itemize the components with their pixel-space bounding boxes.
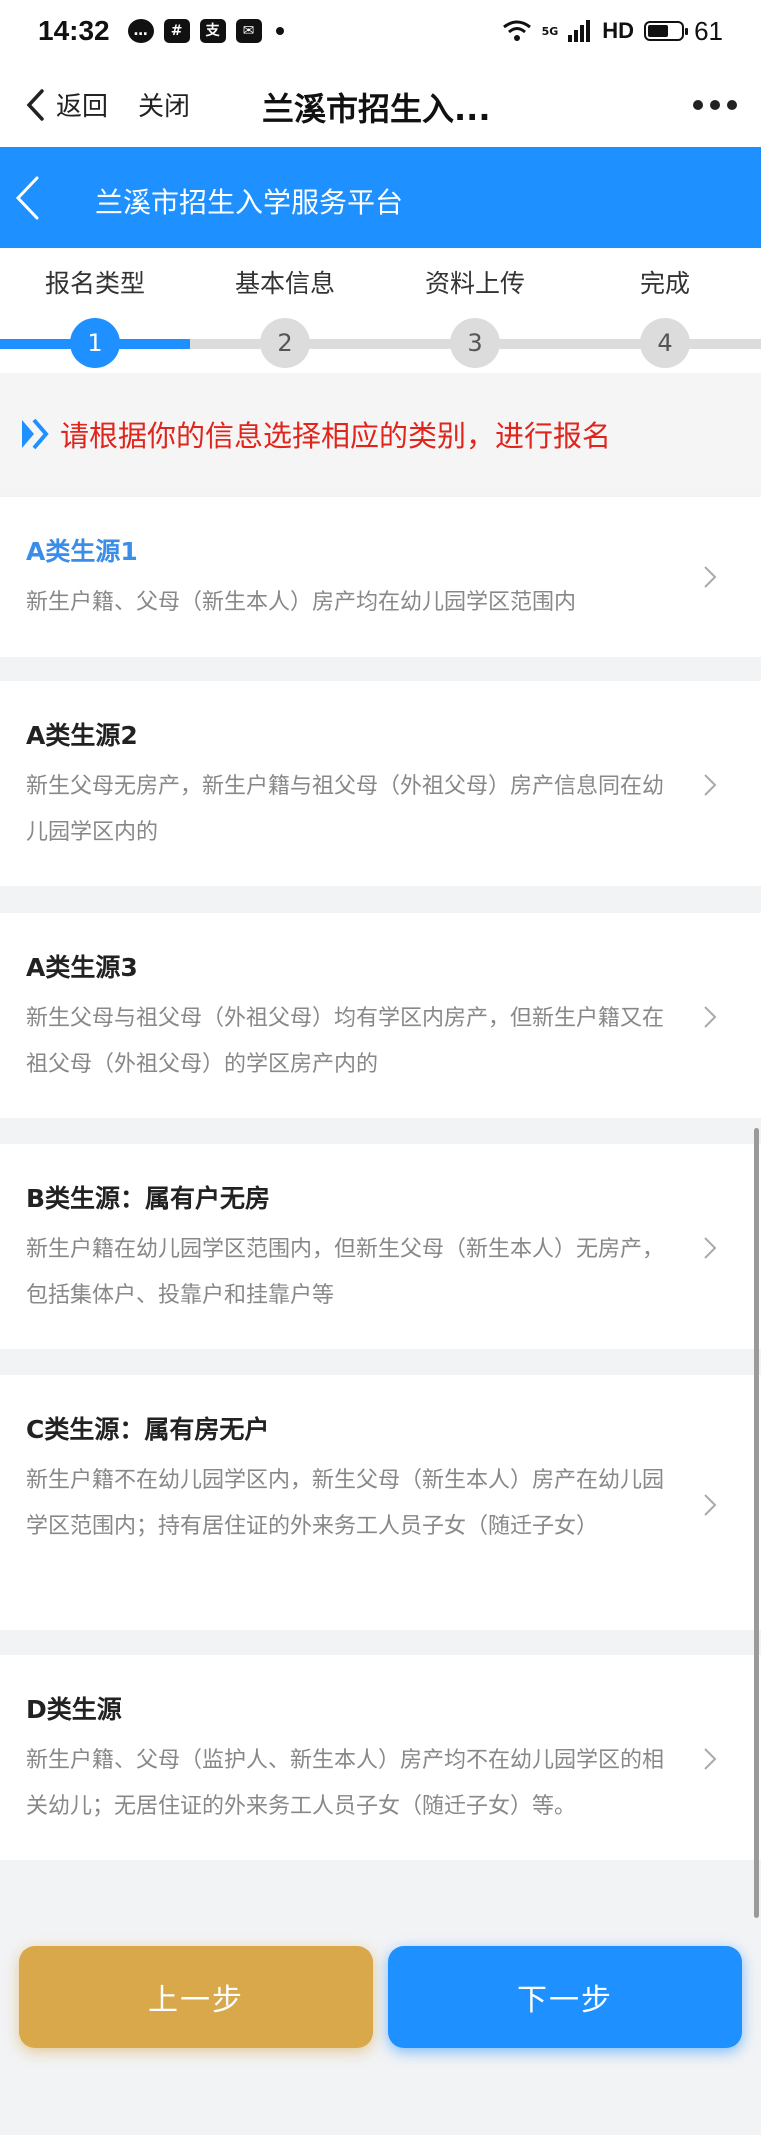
hash-icon: # (163, 19, 190, 43)
network-type: 5G (541, 24, 559, 38)
category-title: A类生源2 (26, 721, 138, 750)
status-bar: 14:32 … # 支 ✉ 5G HD 61 (0, 0, 761, 62)
step-circle: 2 (260, 318, 310, 368)
battery-level (648, 25, 669, 37)
chevron-right-icon (704, 1006, 717, 1028)
previous-step-button[interactable]: 上一步 (19, 1946, 373, 2048)
step-circle: 3 (450, 318, 500, 368)
category-title: C类生源：属有房无户 (26, 1415, 270, 1444)
step-circle: 4 (640, 318, 690, 368)
back-button[interactable]: 返回 (24, 86, 108, 123)
more-notifications-dot (275, 27, 284, 35)
category-description: 新生户籍、父母（新生本人）房产均在幼儿园学区范围内 (26, 590, 577, 615)
instruction-text: 请根据你的信息选择相应的类别，进行报名 (60, 419, 612, 453)
category-title: A类生源1 (26, 537, 138, 566)
platform-header: 兰溪市招生入学服务平台 (0, 147, 761, 248)
chevron-right-icon (704, 1748, 717, 1770)
category-description: 新生户籍在幼儿园学区范围内，但新生父母（新生本人）无房产，包括集体户、投靠户和挂… (26, 1237, 665, 1308)
category-description: 新生户籍、父母（监护人、新生本人）房产均不在幼儿园学区的相关幼儿；无居住证的外来… (26, 1748, 665, 1819)
category-title: B类生源：属有户无房 (26, 1184, 271, 1213)
category-title: A类生源3 (26, 953, 138, 982)
wifi-icon (502, 20, 531, 41)
category-description: 新生父母与祖父母（外祖父母）均有学区内房产，但新生户籍又在祖父母（外祖父母）的学… (26, 1006, 665, 1077)
chevron-right-icon (704, 774, 717, 796)
nav-bar: 返回 关闭 兰溪市招生入... (0, 62, 761, 147)
platform-title: 兰溪市招生入学服务平台 (95, 186, 404, 219)
category-card-b[interactable]: B类生源：属有户无房 新生户籍在幼儿园学区范围内，但新生父母（新生本人）无房产，… (0, 1144, 761, 1349)
double-chevron-right-icon (22, 418, 49, 450)
chevron-left-icon (26, 88, 44, 121)
category-card-a1[interactable]: A类生源1 新生户籍、父母（新生本人）房产均在幼儿园学区范围内 (0, 497, 761, 657)
chevron-right-icon (704, 1494, 717, 1516)
hd-indicator: HD (602, 18, 635, 43)
instruction-banner: 请根据你的信息选择相应的类别，进行报名 (0, 373, 761, 495)
next-step-button[interactable]: 下一步 (388, 1946, 742, 2048)
battery-icon (644, 21, 689, 41)
category-card-d[interactable]: D类生源 新生户籍、父母（监护人、新生本人）房产均不在幼儿园学区的相关幼儿；无居… (0, 1655, 761, 1860)
step-label: 完成 (639, 269, 690, 298)
battery-percent: 61 (694, 15, 723, 46)
chevron-right-icon (704, 1237, 717, 1259)
message-icon: … (127, 19, 154, 43)
mail-icon: ✉ (235, 19, 262, 43)
step-label: 基本信息 (234, 269, 335, 298)
notification-icons: … # 支 ✉ (127, 19, 284, 43)
category-description: 新生户籍不在幼儿园学区内，新生父母（新生本人）房产在幼儿园学区范围内；持有居住证… (26, 1468, 665, 1539)
signal-icon (568, 20, 591, 42)
close-button[interactable]: 关闭 (138, 86, 190, 123)
more-dot-icon (710, 99, 720, 110)
more-options-button[interactable] (693, 99, 737, 110)
page-title: 兰溪市招生入... (262, 90, 491, 128)
back-label: 返回 (56, 92, 109, 122)
status-right: 5G HD 61 (502, 16, 723, 47)
chevron-right-icon (704, 566, 717, 588)
more-dot-icon (693, 99, 703, 110)
header-back-icon[interactable] (12, 175, 42, 221)
app-screen: 14:32 … # 支 ✉ 5G HD 61 返回 关闭 兰溪市招生入... 兰… (0, 0, 761, 2135)
category-title: D类生源 (26, 1695, 122, 1724)
status-time: 14:32 (38, 15, 110, 46)
alipay-icon: 支 (199, 19, 226, 43)
category-card-c[interactable]: C类生源：属有房无户 新生户籍不在幼儿园学区内，新生父母（新生本人）房产在幼儿园… (0, 1375, 761, 1630)
more-dot-icon (727, 99, 737, 110)
category-description: 新生父母无房产，新生户籍与祖父母（外祖父母）房产信息同在幼儿园学区内的 (26, 774, 665, 845)
category-card-a3[interactable]: A类生源3 新生父母与祖父母（外祖父母）均有学区内房产，但新生户籍又在祖父母（外… (0, 913, 761, 1118)
step-label: 资料上传 (424, 269, 525, 298)
category-card-a2[interactable]: A类生源2 新生父母无房产，新生户籍与祖父母（外祖父母）房产信息同在幼儿园学区内… (0, 681, 761, 886)
step-circle-active: 1 (70, 318, 120, 368)
step-label: 报名类型 (44, 269, 145, 298)
scrollbar[interactable] (754, 1128, 759, 1918)
